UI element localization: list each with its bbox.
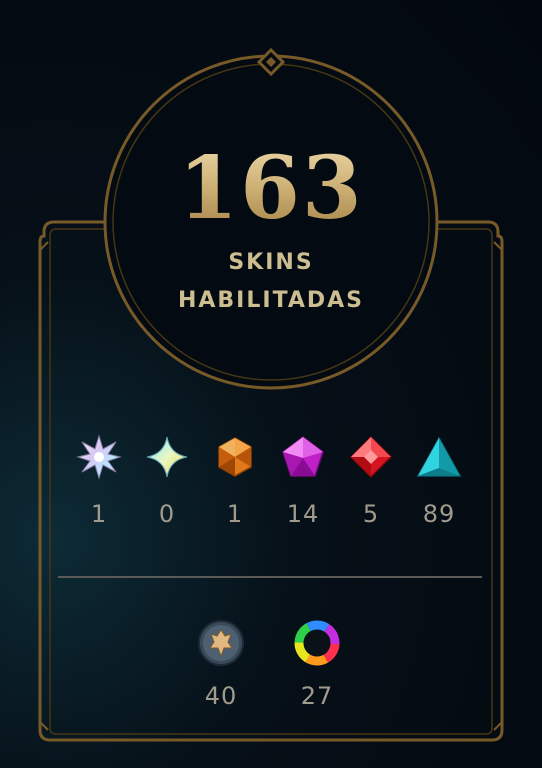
tier-count: 14 (286, 500, 320, 528)
legendary-tier-icon (218, 437, 252, 477)
tier-epic[interactable]: 14 (273, 434, 333, 528)
chromas[interactable]: 27 (287, 618, 347, 710)
epic-tier-icon (282, 436, 324, 477)
divider (58, 576, 482, 578)
legacy-skins[interactable]: 40 (191, 618, 251, 710)
legacy-skin-icon (198, 620, 244, 666)
rare-tier-icon (349, 435, 393, 479)
total-skins-count: 163 (0, 138, 542, 239)
skins-label: SKINS (228, 250, 314, 275)
chroma-icon (294, 620, 340, 666)
legacy-count: 40 (204, 682, 238, 710)
tier-count: 1 (90, 500, 108, 528)
tier-standard[interactable]: 89 (409, 434, 469, 528)
tier-mythic[interactable]: 0 (137, 434, 197, 528)
tier-count: 0 (158, 500, 176, 528)
mythic-tier-icon (146, 436, 188, 478)
habilitadas-label: HABILITADAS (177, 288, 365, 313)
tier-legendary[interactable]: 1 (205, 434, 265, 528)
tier-rare[interactable]: 5 (341, 434, 401, 528)
tier-ultimate[interactable]: 1 (69, 434, 129, 528)
ultimate-tier-icon (76, 434, 122, 480)
tier-count: 89 (422, 500, 456, 528)
panel-frame (38, 47, 504, 742)
tier-count: 5 (362, 500, 380, 528)
chroma-count: 27 (300, 682, 334, 710)
tier-count: 1 (226, 500, 244, 528)
standard-tier-icon (416, 436, 462, 477)
